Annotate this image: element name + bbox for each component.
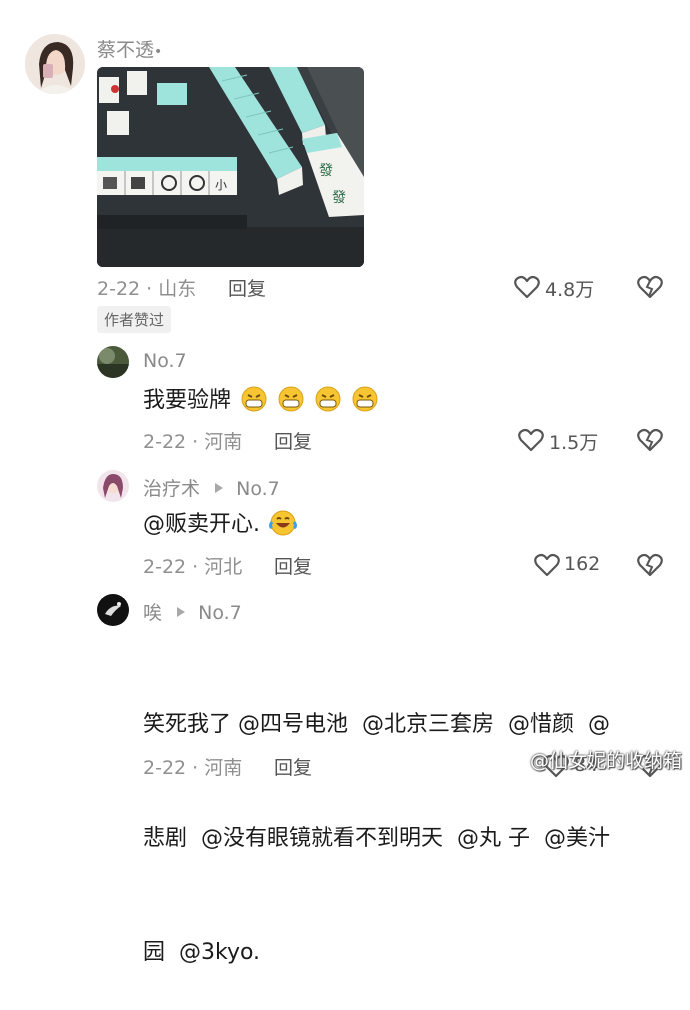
comment-text-line: 悲剧 @没有眼镜就看不到明天 @丸 子 @美汁 xyxy=(143,826,610,851)
like-count: 4.8万 xyxy=(545,279,595,301)
grimace-emoji-icon xyxy=(240,386,268,412)
like-count: 1.5万 xyxy=(549,432,599,454)
reply-button[interactable]: 回复 xyxy=(274,427,312,454)
reply-button[interactable]: 回复 xyxy=(228,274,266,301)
svg-text:發: 發 xyxy=(332,190,346,206)
avatar[interactable] xyxy=(97,594,129,626)
avatar[interactable] xyxy=(97,470,129,502)
comment-text: 我要验牌 xyxy=(143,382,379,420)
comment-username[interactable]: 治疗术 No.7 xyxy=(143,474,280,501)
like-count: 162 xyxy=(564,553,601,575)
reply-button[interactable]: 回复 xyxy=(274,753,312,780)
grimace-emoji-icon xyxy=(277,386,305,412)
play-triangle-icon xyxy=(214,477,224,499)
comment-date-location: 2-22 · 河南 xyxy=(143,757,243,779)
play-triangle-icon xyxy=(176,601,186,623)
avatar[interactable] xyxy=(25,34,85,94)
comment-text: 笑死我了 @四号电池 @北京三套房 @惜颜 @ 悲剧 @没有眼镜就看不到明天 @… xyxy=(143,630,610,1010)
grimace-emoji-icon xyxy=(314,386,342,412)
svg-text:小: 小 xyxy=(215,178,227,192)
comment-image[interactable]: 小 發 發 xyxy=(97,67,364,267)
comment-text-line: 笑死我了 @四号电池 @北京三套房 @惜颜 @ xyxy=(143,712,610,737)
comment-username[interactable]: 唉 No.7 xyxy=(143,598,242,625)
heart-outline-icon[interactable] xyxy=(518,428,544,452)
broken-heart-icon[interactable] xyxy=(637,428,663,452)
broken-heart-icon[interactable] xyxy=(637,553,663,577)
heart-outline-icon[interactable] xyxy=(514,275,540,299)
broken-heart-icon[interactable] xyxy=(637,275,663,299)
comment-text-line: 园 @3kyo. xyxy=(143,940,261,965)
heart-outline-icon[interactable] xyxy=(534,553,560,577)
watermark: @仙女妮的收纳箱 xyxy=(530,750,683,772)
reply-to-user[interactable]: No.7 xyxy=(198,602,242,624)
author-liked-badge: 作者赞过 xyxy=(97,306,172,333)
laugh-cry-emoji-icon xyxy=(269,510,297,536)
grimace-emoji-icon xyxy=(351,386,379,412)
avatar[interactable] xyxy=(97,346,129,378)
reply-to-user[interactable]: No.7 xyxy=(236,478,280,500)
svg-text:發: 發 xyxy=(319,163,333,179)
comment-text: @贩卖开心. xyxy=(143,506,297,544)
comment-date-location: 2-22 · 山东 xyxy=(97,278,197,300)
comment-username[interactable]: 蔡不透• xyxy=(97,35,162,62)
comment-username[interactable]: No.7 xyxy=(143,350,187,372)
comment-date-location: 2-22 · 河北 xyxy=(143,556,243,578)
reply-button[interactable]: 回复 xyxy=(274,552,312,579)
comment-date-location: 2-22 · 河南 xyxy=(143,431,243,453)
